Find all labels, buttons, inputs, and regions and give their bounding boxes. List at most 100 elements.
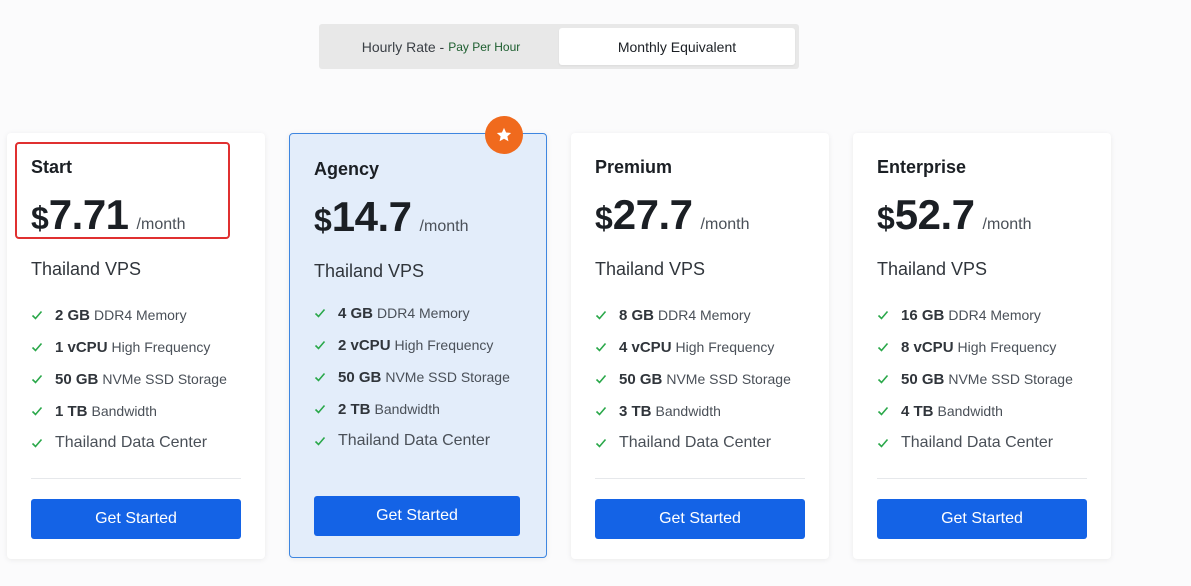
plan-name: Enterprise <box>877 157 967 177</box>
plan-card-start: Start $ 7.71 /month Thailand VPS 2 GB DDR… <box>7 133 265 559</box>
feature-item: Thailand Data Center <box>877 427 1073 459</box>
get-started-button[interactable]: Get Started <box>877 499 1087 539</box>
feature-text: DDR4 Memory <box>94 307 187 323</box>
plan-card-premium: Premium $ 27.7 /month Thailand VPS 8 GB D… <box>571 133 829 559</box>
get-started-button[interactable]: Get Started <box>314 496 520 536</box>
feature-text: Thailand Data Center <box>55 434 208 451</box>
plan-product: Thailand VPS <box>877 259 988 279</box>
feature-text: Bandwidth <box>374 401 440 417</box>
feature-value: 3 TB <box>619 402 652 420</box>
feature-value: 1 TB <box>55 402 88 420</box>
feature-text: DDR4 Memory <box>948 307 1041 323</box>
plan-card-agency: Agency $ 14.7 /month Thailand VPS 4 GB DD… <box>289 133 547 558</box>
get-started-button[interactable]: Get Started <box>595 499 805 539</box>
plan-price: $ 7.71 /month <box>31 191 185 239</box>
check-icon <box>877 309 889 321</box>
check-icon <box>314 403 326 415</box>
feature-item: 50 GB NVMe SSD Storage <box>595 363 791 395</box>
feature-text: High Frequency <box>957 339 1057 355</box>
check-icon <box>31 341 43 353</box>
check-icon <box>595 373 607 385</box>
plan-product: Thailand VPS <box>314 261 425 281</box>
feature-item: 50 GB NVMe SSD Storage <box>31 363 227 395</box>
price-amount: 52.7 <box>894 191 975 238</box>
price-currency: $ <box>595 200 613 236</box>
plan-product: Thailand VPS <box>595 259 706 279</box>
feature-value: 2 vCPU <box>338 336 391 354</box>
check-icon <box>595 437 607 449</box>
feature-item: 16 GB DDR4 Memory <box>877 299 1073 331</box>
star-icon <box>496 127 512 142</box>
price-amount: 14.7 <box>331 193 412 240</box>
plan-product: Thailand VPS <box>31 259 142 279</box>
feature-item: 4 TB Bandwidth <box>877 395 1073 427</box>
feature-text: High Frequency <box>111 339 211 355</box>
feature-value: 1 vCPU <box>55 338 108 356</box>
monthly-equivalent-option[interactable]: Monthly Equivalent <box>559 28 795 65</box>
price-currency: $ <box>877 200 895 236</box>
featured-badge <box>485 116 523 154</box>
feature-list: 4 GB DDR4 Memory 2 vCPU High Frequency 50 … <box>314 297 510 457</box>
check-icon <box>877 341 889 353</box>
feature-item: 3 TB Bandwidth <box>595 395 791 427</box>
plan-name: Premium <box>595 157 673 177</box>
plan-price: $ 52.7 /month <box>877 191 1031 239</box>
price-amount: 7.71 <box>48 191 129 238</box>
check-icon <box>595 309 607 321</box>
feature-value: 50 GB <box>619 370 663 388</box>
check-icon <box>31 405 43 417</box>
divider <box>877 478 1087 479</box>
hourly-rate-option[interactable]: Hourly Rate - Pay Per Hour <box>323 28 559 65</box>
check-icon <box>314 307 326 319</box>
feature-item: 2 TB Bandwidth <box>314 393 510 425</box>
feature-item: 50 GB NVMe SSD Storage <box>314 361 510 393</box>
monthly-equivalent-label: Monthly Equivalent <box>617 38 737 55</box>
feature-item: 50 GB NVMe SSD Storage <box>877 363 1073 395</box>
feature-value: 2 GB <box>55 306 91 324</box>
plan-name: Start <box>31 157 73 177</box>
billing-toggle: Hourly Rate - Pay Per Hour Monthly Equiv… <box>319 24 799 69</box>
check-icon <box>31 437 43 449</box>
feature-item: 1 vCPU High Frequency <box>31 331 227 363</box>
feature-text: DDR4 Memory <box>658 307 751 323</box>
divider <box>595 478 805 479</box>
feature-item: Thailand Data Center <box>31 427 227 459</box>
get-started-button[interactable]: Get Started <box>31 499 241 539</box>
feature-value: 8 GB <box>619 306 655 324</box>
price-period: /month <box>419 218 469 235</box>
feature-list: 2 GB DDR4 Memory 1 vCPU High Frequency 50 … <box>31 299 227 459</box>
feature-text: High Frequency <box>394 337 494 353</box>
feature-value: 50 GB <box>901 370 945 388</box>
check-icon <box>31 373 43 385</box>
check-icon <box>314 339 326 351</box>
feature-item: 2 vCPU High Frequency <box>314 329 510 361</box>
check-icon <box>595 341 607 353</box>
feature-value: 4 vCPU <box>619 338 672 356</box>
check-icon <box>31 309 43 321</box>
plan-price: $ 27.7 /month <box>595 191 749 239</box>
feature-value: 50 GB <box>338 368 382 386</box>
price-period: /month <box>136 216 186 233</box>
plan-name: Agency <box>314 159 380 179</box>
pay-per-hour-label: Pay Per Hour <box>448 39 521 54</box>
feature-value: 4 GB <box>338 304 374 322</box>
feature-text: NVMe SSD Storage <box>385 369 510 385</box>
divider <box>31 478 241 479</box>
feature-text: High Frequency <box>675 339 775 355</box>
feature-text: Bandwidth <box>937 403 1003 419</box>
plan-card-enterprise: Enterprise $ 52.7 /month Thailand VPS 16… <box>853 133 1111 559</box>
feature-item: 4 vCPU High Frequency <box>595 331 791 363</box>
feature-item: 8 GB DDR4 Memory <box>595 299 791 331</box>
check-icon <box>877 405 889 417</box>
feature-item: 2 GB DDR4 Memory <box>31 299 227 331</box>
feature-value: 16 GB <box>901 306 945 324</box>
price-period: /month <box>982 216 1032 233</box>
feature-list: 16 GB DDR4 Memory 8 vCPU High Frequency 50… <box>877 299 1073 459</box>
feature-text: NVMe SSD Storage <box>102 371 227 387</box>
feature-text: Thailand Data Center <box>619 434 772 451</box>
check-icon <box>595 405 607 417</box>
feature-item: Thailand Data Center <box>595 427 791 459</box>
check-icon <box>314 435 326 447</box>
feature-item: 8 vCPU High Frequency <box>877 331 1073 363</box>
feature-list: 8 GB DDR4 Memory 4 vCPU High Frequency 50 … <box>595 299 791 459</box>
